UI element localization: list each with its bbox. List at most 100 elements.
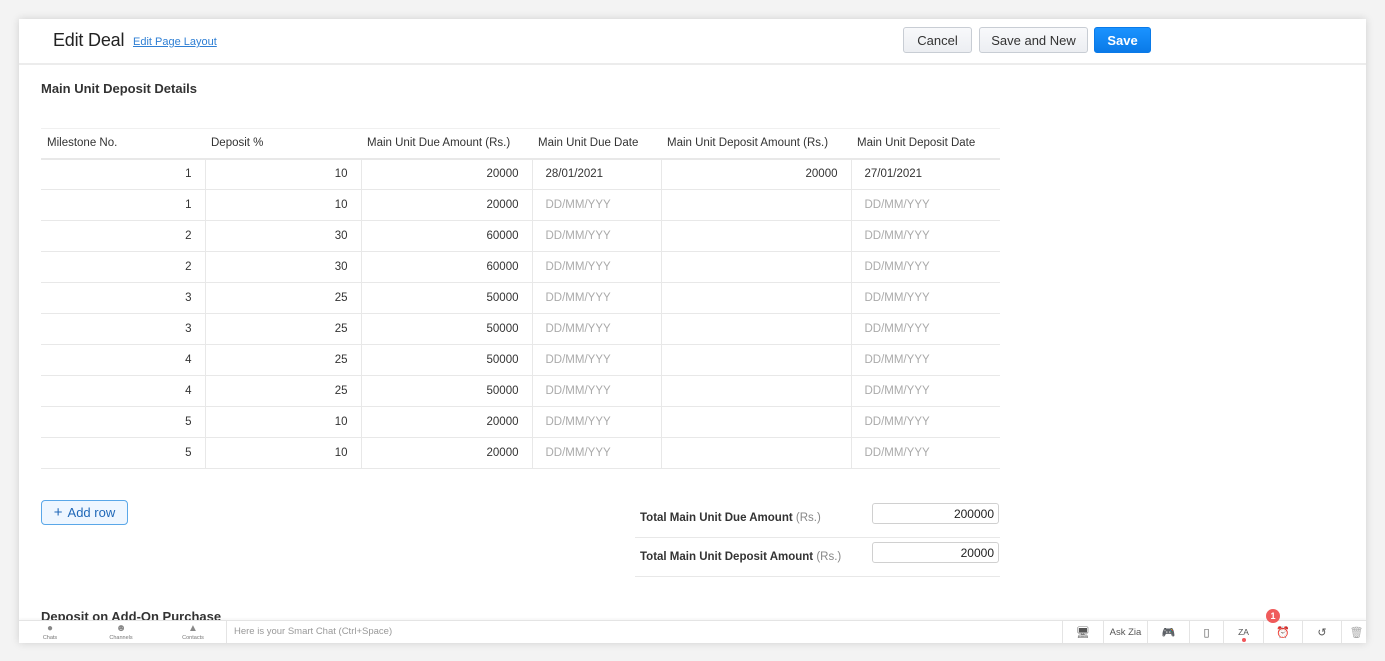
due-date-cell[interactable]: DD/MM/YYY — [531, 313, 661, 345]
deposit-date-cell[interactable]: DD/MM/YYY — [850, 220, 1000, 252]
deposit-pct-cell[interactable]: 10 — [204, 406, 361, 438]
deposit-pct-cell[interactable]: 30 — [204, 251, 361, 283]
milestone-cell[interactable]: 4 — [41, 344, 205, 376]
due-date-cell[interactable]: DD/MM/YYY — [531, 282, 661, 314]
due-date-cell[interactable]: DD/MM/YYY — [531, 220, 661, 252]
gamepad-icon[interactable]: 🎮 — [1147, 621, 1189, 643]
deposit-table: Milestone No. Deposit % Main Unit Due Am… — [41, 128, 1000, 469]
column-header: Deposit % — [205, 128, 361, 160]
deposit-date-cell[interactable]: DD/MM/YYY — [850, 437, 1000, 469]
milestone-cell[interactable]: 3 — [41, 282, 205, 314]
nav-channels[interactable]: ☻ Channels — [91, 623, 151, 642]
due-amount-cell[interactable]: 20000 — [360, 406, 532, 438]
page-header: Edit Deal Edit Page Layout Cancel Save a… — [19, 19, 1366, 65]
due-amount-cell[interactable]: 60000 — [360, 220, 532, 252]
deposit-amount-cell[interactable]: 20000 — [660, 158, 851, 190]
edit-page-layout-link[interactable]: Edit Page Layout — [133, 36, 217, 48]
column-header: Milestone No. — [41, 128, 205, 160]
save-button[interactable]: Save — [1094, 27, 1151, 53]
zia-icon[interactable]: ZA — [1223, 621, 1263, 643]
ask-zia-button[interactable]: Ask Zia — [1103, 621, 1147, 643]
deposit-amount-cell[interactable] — [660, 437, 851, 469]
total-due-row: Total Main Unit Due Amount (Rs.) — [635, 499, 1000, 538]
tray: 🖥 Ask Zia 🎮 ▯ ZA ⏰ ↺ 🗑 — [1062, 621, 1366, 643]
deposit-pct-cell[interactable]: 25 — [204, 375, 361, 407]
milestone-cell[interactable]: 5 — [41, 406, 205, 438]
milestone-cell[interactable]: 1 — [41, 158, 205, 190]
due-amount-cell[interactable]: 50000 — [360, 313, 532, 345]
plus-icon: + — [53, 504, 63, 521]
deposit-pct-cell[interactable]: 25 — [204, 313, 361, 345]
due-date-cell[interactable]: DD/MM/YYY — [531, 375, 661, 407]
deposit-pct-cell[interactable]: 10 — [204, 189, 361, 221]
deposit-date-cell[interactable]: DD/MM/YYY — [850, 189, 1000, 221]
deposit-date-cell[interactable]: DD/MM/YYY — [850, 251, 1000, 283]
milestone-cell[interactable]: 5 — [41, 437, 205, 469]
due-amount-cell[interactable]: 20000 — [360, 437, 532, 469]
deposit-date-cell[interactable]: DD/MM/YYY — [850, 406, 1000, 438]
alarm-clock-icon[interactable]: ⏰ — [1263, 621, 1302, 643]
table-row: 5 10 20000 DD/MM/YYY DD/MM/YYY — [41, 437, 1000, 469]
milestone-cell[interactable]: 2 — [41, 251, 205, 283]
deposit-pct-cell[interactable]: 10 — [204, 437, 361, 469]
smart-chat-input[interactable]: Here is your Smart Chat (Ctrl+Space) — [226, 621, 1062, 643]
cancel-button[interactable]: Cancel — [903, 27, 972, 53]
deposit-amount-cell[interactable] — [660, 251, 851, 283]
deposit-date-cell[interactable]: DD/MM/YYY — [850, 313, 1000, 345]
due-date-cell[interactable]: DD/MM/YYY — [531, 189, 661, 221]
nav-chats[interactable]: ● Chats — [20, 623, 80, 642]
page-title: Edit Deal — [53, 30, 125, 50]
person-icon: ▲ — [188, 623, 198, 634]
deposit-amount-cell[interactable] — [660, 313, 851, 345]
table-row: 1 10 20000 28/01/2021 20000 27/01/2021 — [41, 158, 1000, 190]
deposit-amount-cell[interactable] — [660, 344, 851, 376]
deposit-date-cell[interactable]: DD/MM/YYY — [850, 344, 1000, 376]
deposit-date-cell[interactable]: DD/MM/YYY — [850, 282, 1000, 314]
due-date-cell[interactable]: DD/MM/YYY — [531, 344, 661, 376]
deposit-pct-cell[interactable]: 30 — [204, 220, 361, 252]
due-amount-cell[interactable]: 20000 — [360, 189, 532, 221]
column-header: Main Unit Due Date — [532, 128, 661, 160]
table-row: 2 30 60000 DD/MM/YYY DD/MM/YYY — [41, 251, 1000, 283]
due-date-cell[interactable]: 28/01/2021 — [531, 158, 661, 190]
deposit-amount-cell[interactable] — [660, 189, 851, 221]
milestone-cell[interactable]: 3 — [41, 313, 205, 345]
save-and-new-button[interactable]: Save and New — [979, 27, 1088, 53]
deposit-amount-cell[interactable] — [660, 406, 851, 438]
deposit-date-cell[interactable]: DD/MM/YYY — [850, 375, 1000, 407]
deposit-amount-cell[interactable] — [660, 282, 851, 314]
deposit-date-cell[interactable]: 27/01/2021 — [850, 158, 1000, 190]
deposit-pct-cell[interactable]: 25 — [204, 344, 361, 376]
add-row-button[interactable]: + Add row — [41, 500, 128, 525]
deposit-amount-cell[interactable] — [660, 220, 851, 252]
bottom-bar: ● Chats ☻ Channels ▲ Contacts Here is yo… — [19, 620, 1366, 643]
milestone-cell[interactable]: 2 — [41, 220, 205, 252]
deposit-pct-cell[interactable]: 10 — [204, 158, 361, 190]
due-date-cell[interactable]: DD/MM/YYY — [531, 251, 661, 283]
due-date-cell[interactable]: DD/MM/YYY — [531, 437, 661, 469]
due-amount-cell[interactable]: 60000 — [360, 251, 532, 283]
due-amount-cell[interactable]: 50000 — [360, 282, 532, 314]
screen-share-icon[interactable]: 🖥 — [1062, 621, 1103, 643]
history-icon[interactable]: ↺ — [1302, 621, 1341, 643]
total-deposit-input[interactable] — [872, 542, 999, 563]
notes-icon[interactable]: ▯ — [1189, 621, 1223, 643]
trash-icon[interactable]: 🗑 — [1341, 621, 1366, 643]
column-header: Main Unit Deposit Amount (Rs.) — [661, 128, 851, 160]
milestone-cell[interactable]: 4 — [41, 375, 205, 407]
table-row: 1 10 20000 DD/MM/YYY DD/MM/YYY — [41, 189, 1000, 221]
due-amount-cell[interactable]: 50000 — [360, 375, 532, 407]
deposit-amount-cell[interactable] — [660, 375, 851, 407]
milestone-cell[interactable]: 1 — [41, 189, 205, 221]
due-amount-cell[interactable]: 20000 — [360, 158, 532, 190]
column-header: Main Unit Due Amount (Rs.) — [361, 128, 532, 160]
total-due-input[interactable] — [872, 503, 999, 524]
section-title: Main Unit Deposit Details — [41, 81, 198, 96]
nav-contacts[interactable]: ▲ Contacts — [163, 623, 223, 642]
due-date-cell[interactable]: DD/MM/YYY — [531, 406, 661, 438]
table-row: 3 25 50000 DD/MM/YYY DD/MM/YYY — [41, 313, 1000, 345]
due-amount-cell[interactable]: 50000 — [360, 344, 532, 376]
deposit-pct-cell[interactable]: 25 — [204, 282, 361, 314]
edit-deal-window: Edit Deal Edit Page Layout Cancel Save a… — [19, 19, 1366, 643]
total-deposit-row: Total Main Unit Deposit Amount (Rs.) — [635, 538, 1000, 577]
